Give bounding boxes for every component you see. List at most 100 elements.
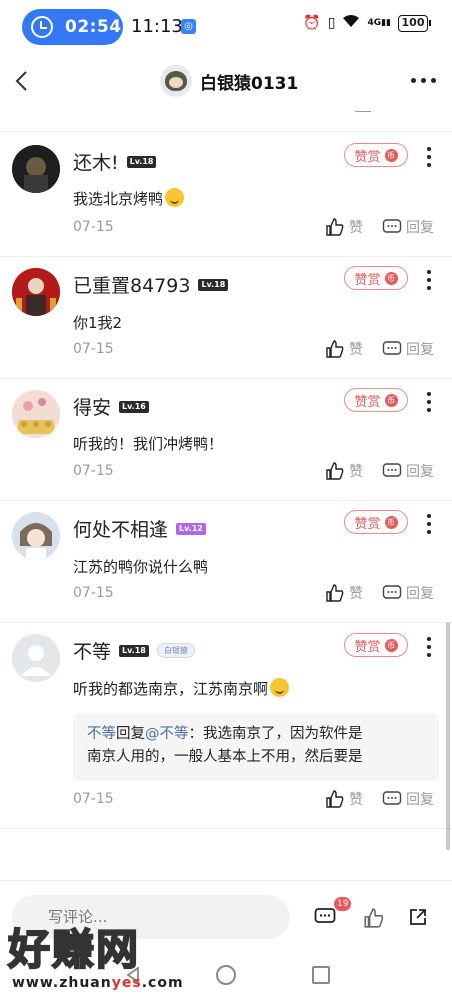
reward-button[interactable]: 赞赏 币 [344, 510, 408, 534]
coin-icon: 币 [384, 638, 398, 652]
quote-to[interactable]: @不等 [145, 726, 189, 742]
comment-date: 07-15 [73, 585, 114, 601]
like-button[interactable]: 赞 [325, 583, 363, 603]
comment-author[interactable]: 得安 [73, 393, 111, 420]
like-label: 赞 [349, 586, 363, 602]
reply-button[interactable]: 回复 [382, 583, 434, 603]
wifi-icon [342, 14, 360, 32]
reply-button[interactable]: 回复 [382, 217, 434, 237]
like-button[interactable]: 赞 [325, 217, 363, 237]
nav-home-icon[interactable] [216, 965, 236, 985]
default-avatar-icon[interactable] [12, 634, 60, 682]
divider [0, 256, 452, 257]
smirk-emoji-icon [270, 678, 290, 697]
baiyin-badge: 白银猿 [156, 643, 195, 658]
divider [0, 622, 452, 623]
clock: 11:13 [131, 16, 183, 37]
comment-author-row: 不等 Lv.18 白银猿 [73, 637, 195, 664]
coin-icon: 币 [384, 393, 398, 407]
like-button[interactable]: 赞 [325, 339, 363, 359]
thumbs-up-icon[interactable] [363, 907, 385, 929]
comment-menu-icon[interactable] [427, 270, 431, 290]
timer-icon [31, 16, 53, 38]
header-avatar[interactable] [160, 65, 192, 97]
share-icon[interactable] [408, 907, 428, 927]
comment-author[interactable]: 已重置84793 [73, 271, 190, 298]
like-button[interactable]: 赞 [325, 461, 363, 481]
user-avatar[interactable] [12, 268, 60, 316]
reply-label: 回复 [406, 464, 434, 480]
quote-text-2: 南京人用的，一般人基本上不用，然后要是 [87, 749, 363, 765]
page-title: 白银猿0131 [200, 73, 299, 94]
like-label: 赞 [349, 792, 363, 808]
comment-menu-icon[interactable] [427, 147, 431, 167]
level-badge: Lv.16 [119, 400, 149, 413]
level-badge: Lv.18 [198, 278, 229, 291]
scrollbar[interactable] [446, 622, 450, 850]
comments-icon[interactable] [314, 907, 336, 927]
monkey-avatar-icon [165, 71, 187, 91]
comment-author[interactable]: 何处不相逢 [73, 515, 168, 542]
coin-icon: 币 [384, 515, 398, 529]
comment-text-content: 我选北京烤鸭 [73, 190, 164, 208]
nav-back-icon[interactable] [126, 967, 140, 983]
thumbs-up-icon [326, 340, 344, 358]
comment-menu-icon[interactable] [427, 392, 431, 412]
comment-author-row: 已重置84793 Lv.18 [73, 271, 229, 298]
like-button[interactable]: 赞 [325, 789, 363, 809]
user-avatar[interactable] [12, 145, 60, 193]
nav-recent-icon[interactable] [312, 966, 330, 984]
top-header: 白银猿0131 [0, 56, 452, 108]
reply-button[interactable]: 回复 [382, 461, 434, 481]
comment-date: 07-15 [73, 463, 114, 479]
reply-bubble-icon [382, 463, 402, 477]
divider [0, 500, 452, 501]
quote-from[interactable]: 不等 [87, 726, 116, 742]
reward-button[interactable]: 赞赏 币 [344, 633, 408, 657]
user-avatar[interactable] [12, 390, 60, 438]
comment-author[interactable]: 还木! [73, 148, 119, 175]
comment-author[interactable]: 不等 [73, 637, 111, 664]
reward-button[interactable]: 赞赏 币 [344, 266, 408, 290]
reply-bubble-icon [382, 219, 402, 233]
reply-quote[interactable]: 不等回复@不等：我选南京了，因为软件是 南京人用的，一般人基本上不用，然后要是 [73, 713, 439, 781]
comment-menu-icon[interactable] [427, 514, 431, 534]
header-user[interactable]: 白银猿0131 [160, 65, 298, 97]
system-icons: ⏰ ▯ 4G▮▮ 100 [303, 14, 431, 32]
comment-text: 江苏的鸭你说什么鸭 [73, 558, 209, 576]
scroll-dash [355, 111, 371, 112]
alarm-icon: ⏰ [303, 15, 321, 31]
reply-button[interactable]: 回复 [382, 789, 434, 809]
comment-date: 07-15 [73, 341, 114, 357]
status-bar: 02:54 11:13 ◎ ⏰ ▯ 4G▮▮ 100 [0, 0, 452, 56]
like-label: 赞 [349, 342, 363, 358]
timer-pill[interactable]: 02:54 [22, 9, 123, 45]
more-options-icon[interactable] [411, 78, 436, 83]
reply-label: 回复 [406, 792, 434, 808]
comment-menu-icon[interactable] [427, 637, 431, 657]
divider [0, 131, 452, 132]
reply-label: 回复 [406, 342, 434, 358]
divider [0, 828, 452, 829]
comment-date: 07-15 [73, 219, 114, 235]
coin-icon: 币 [384, 148, 398, 162]
level-badge: Lv.18 [119, 644, 149, 657]
reply-bubble-icon [382, 341, 402, 355]
reward-button[interactable]: 赞赏 币 [344, 143, 408, 167]
reply-button[interactable]: 回复 [382, 339, 434, 359]
network-label: 4G [367, 18, 382, 28]
quote-action: 回复 [116, 726, 145, 742]
reward-button[interactable]: 赞赏 币 [344, 388, 408, 412]
reply-label: 回复 [406, 220, 434, 236]
comment-text-content: 听我的都选南京，江苏南京啊 [73, 680, 269, 698]
comment-text: 你1我2 [73, 314, 123, 332]
system-nav-bar [0, 954, 452, 1000]
comment-count-badge: 19 [334, 897, 352, 911]
battery-level: 100 [401, 15, 425, 29]
user-avatar[interactable] [12, 512, 60, 560]
back-arrow-icon[interactable] [13, 70, 31, 92]
battery-icon: 100 [398, 14, 431, 32]
laughing-emoji-icon [165, 188, 185, 207]
comment-input[interactable]: 写评论... [12, 895, 290, 939]
reply-label: 回复 [406, 586, 434, 602]
